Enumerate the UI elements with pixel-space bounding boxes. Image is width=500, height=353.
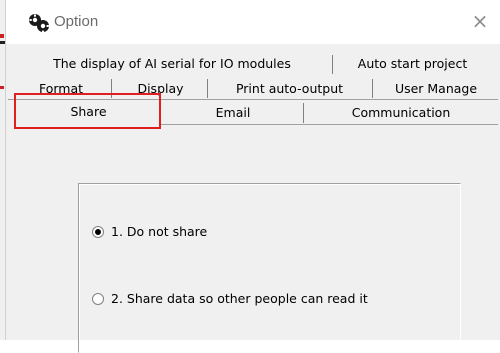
tab-email[interactable]: Email xyxy=(168,103,298,124)
share-options-group xyxy=(78,183,461,353)
close-icon[interactable]: × xyxy=(468,9,492,33)
radio-label-do-not-share: 1. Do not share xyxy=(111,224,208,239)
tab-ai-serial-display[interactable]: The display of AI serial for IO modules xyxy=(22,54,322,75)
window-title: Option xyxy=(54,13,99,30)
radio-checked-icon[interactable] xyxy=(92,225,104,238)
radio-label-share-data: 2. Share data so other people can read i… xyxy=(111,291,368,306)
tab-auto-start-project[interactable]: Auto start project xyxy=(340,54,485,75)
tab-communication[interactable]: Communication xyxy=(318,103,484,124)
radio-share-data[interactable]: 2. Share data so other people can read i… xyxy=(92,291,368,306)
app-gear-icon xyxy=(29,14,49,33)
selected-tab-highlight xyxy=(14,93,161,129)
title-bar: Option × xyxy=(6,0,500,44)
tab-user-manage[interactable]: User Manage xyxy=(379,79,493,100)
radio-do-not-share[interactable]: 1. Do not share xyxy=(92,224,207,239)
tab-print-auto-output[interactable]: Print auto-output xyxy=(212,79,367,100)
radio-unchecked-icon[interactable] xyxy=(92,292,104,305)
